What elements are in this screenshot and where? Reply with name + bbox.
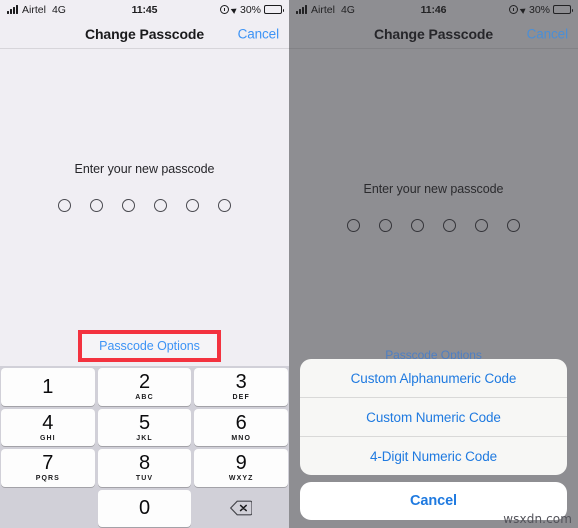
- status-clock: 11:45: [131, 3, 158, 16]
- key-letters: JKL: [136, 434, 153, 442]
- status-right-group: 30%: [446, 3, 573, 16]
- signal-bars-icon: [296, 5, 307, 14]
- passcode-dot: [122, 199, 135, 212]
- passcode-options-highlight: Passcode Options: [78, 330, 221, 362]
- screenshot-root: Airtel 4G 11:45 30% Change Passcode Canc…: [0, 0, 578, 528]
- key-digit: 8: [138, 452, 151, 475]
- key-digit: 6: [235, 411, 247, 434]
- key-letters: GHI: [39, 434, 56, 442]
- sheet-option-4-digit-numeric-code[interactable]: 4-Digit Numeric Code: [300, 436, 567, 475]
- network-type-label: 4G: [340, 3, 355, 16]
- alarm-clock-icon: [508, 5, 518, 14]
- watermark: wsxdn.com: [503, 512, 572, 526]
- passcode-dot: [90, 199, 103, 212]
- key-7[interactable]: 7 PQRS: [1, 449, 95, 487]
- status-right-group: 30%: [157, 3, 284, 16]
- status-left-group: Airtel 4G: [7, 4, 132, 16]
- battery-icon: [264, 5, 284, 14]
- nav-bar-left: Change Passcode Cancel: [0, 19, 289, 48]
- passcode-dot: [379, 219, 392, 232]
- key-1[interactable]: 1: [1, 368, 95, 406]
- action-sheet-options-group: Custom Alphanumeric Code Custom Numeric …: [300, 359, 567, 475]
- key-digit: 4: [42, 411, 54, 434]
- key-letters: WXYZ: [228, 475, 254, 483]
- passcode-options-action-sheet: Custom Alphanumeric Code Custom Numeric …: [300, 359, 567, 520]
- passcode-dots: [0, 199, 289, 212]
- passcode-dot: [218, 199, 231, 212]
- passcode-dot: [347, 219, 360, 232]
- keypad-row: 4 GHI 5 JKL 6 MNO: [1, 408, 289, 446]
- numeric-keypad: 1 2 ABC 3 DEF 4 GHI 5 JKL 6 MNO 7 PQRS 8…: [0, 366, 289, 528]
- cancel-button[interactable]: Cancel: [527, 26, 569, 41]
- backspace-key[interactable]: [194, 490, 288, 528]
- passcode-dot: [507, 219, 520, 232]
- carrier-label: Airtel: [311, 3, 335, 16]
- signal-bars-icon: [7, 5, 18, 14]
- key-6[interactable]: 6 MNO: [194, 408, 289, 446]
- key-2[interactable]: 2 ABC: [97, 368, 192, 406]
- location-arrow-icon: [230, 5, 239, 14]
- key-3[interactable]: 3 DEF: [194, 368, 289, 406]
- nav-bar-right: Change Passcode Cancel: [289, 19, 578, 48]
- status-bar-right: Airtel 4G 11:46 30%: [289, 0, 578, 19]
- phone-screen-left: Airtel 4G 11:45 30% Change Passcode Canc…: [0, 0, 289, 528]
- sheet-option-custom-numeric-code[interactable]: Custom Numeric Code: [300, 397, 567, 436]
- key-digit: 1: [42, 375, 54, 398]
- key-9[interactable]: 9 WXYZ: [194, 449, 289, 487]
- carrier-label: Airtel: [22, 3, 46, 16]
- key-letters: ABC: [135, 394, 154, 402]
- battery-icon: [553, 5, 573, 14]
- battery-percent-label: 30%: [239, 3, 261, 16]
- key-5[interactable]: 5 JKL: [97, 408, 192, 446]
- keypad-row: 7 PQRS 8 TUV 9 WXYZ: [1, 449, 289, 487]
- page-title: Change Passcode: [373, 25, 494, 42]
- passcode-dot: [443, 219, 456, 232]
- network-type-label: 4G: [51, 3, 66, 16]
- nav-divider: [0, 48, 289, 49]
- keypad-row: 1 2 ABC 3 DEF: [1, 368, 289, 406]
- passcode-dot: [411, 219, 424, 232]
- passcode-entry-area-right: Enter your new passcode: [289, 182, 578, 232]
- passcode-options-button[interactable]: Passcode Options: [99, 339, 200, 353]
- passcode-prompt: Enter your new passcode: [363, 182, 504, 196]
- status-left-group: Airtel 4G: [296, 4, 421, 16]
- passcode-dot: [58, 199, 71, 212]
- key-letters: DEF: [232, 394, 250, 402]
- location-arrow-icon: [519, 5, 528, 14]
- key-4[interactable]: 4 GHI: [1, 408, 95, 446]
- passcode-entry-area-left: Enter your new passcode: [0, 162, 289, 212]
- key-letters: PQRS: [35, 475, 60, 483]
- key-digit: 2: [138, 371, 151, 394]
- status-bar-left: Airtel 4G 11:45 30%: [0, 0, 289, 19]
- keypad-row: 0: [1, 489, 288, 528]
- passcode-prompt: Enter your new passcode: [74, 162, 215, 176]
- key-8[interactable]: 8 TUV: [97, 449, 192, 487]
- key-digit: 5: [138, 411, 151, 434]
- key-0[interactable]: 0: [97, 489, 192, 527]
- key-digit: 9: [235, 452, 247, 475]
- key-digit: 3: [235, 371, 247, 394]
- passcode-dot: [475, 219, 488, 232]
- passcode-dots: [289, 219, 578, 232]
- nav-divider: [289, 48, 578, 49]
- page-title: Change Passcode: [84, 25, 205, 42]
- passcode-dot: [154, 199, 167, 212]
- key-digit: 7: [42, 452, 54, 475]
- phone-screen-right: Airtel 4G 11:46 30% Change Passcode Canc…: [289, 0, 578, 528]
- key-digit: 0: [138, 497, 151, 520]
- cancel-button[interactable]: Cancel: [238, 26, 280, 41]
- status-clock: 11:46: [420, 3, 447, 16]
- alarm-clock-icon: [219, 5, 229, 14]
- backspace-delete-icon: [230, 500, 253, 516]
- key-letters: TUV: [135, 475, 154, 483]
- sheet-option-custom-alphanumeric-code[interactable]: Custom Alphanumeric Code: [300, 359, 567, 397]
- key-letters: MNO: [231, 434, 251, 442]
- battery-percent-label: 30%: [528, 3, 550, 16]
- passcode-dot: [186, 199, 199, 212]
- keypad-spacer: [1, 490, 95, 528]
